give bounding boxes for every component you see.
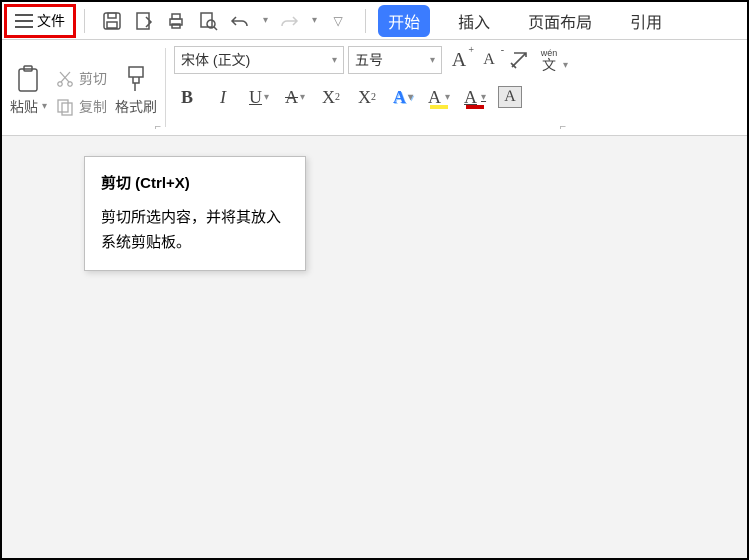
character-shading-icon[interactable]: A bbox=[498, 86, 522, 108]
tooltip-body: 剪切所选内容，并将其放入系统剪贴板。 bbox=[101, 205, 289, 256]
copy-button[interactable]: 复制 bbox=[55, 95, 107, 119]
separator bbox=[84, 9, 85, 33]
customize-qat-icon[interactable]: ▽ bbox=[327, 10, 349, 32]
brush-icon bbox=[121, 65, 151, 95]
separator bbox=[365, 9, 366, 33]
font-launcher[interactable]: ⌐ bbox=[560, 121, 566, 133]
format-painter-label: 格式刷 bbox=[115, 97, 157, 117]
paste-label: 粘贴 bbox=[10, 97, 38, 117]
italic-icon[interactable]: I bbox=[210, 84, 236, 110]
clear-formatting-icon[interactable] bbox=[506, 47, 532, 73]
print-preview-icon[interactable] bbox=[197, 10, 219, 32]
fontcolor-swatch bbox=[466, 105, 484, 109]
paste-icon bbox=[14, 65, 44, 95]
paste-dropdown-icon: ▾ bbox=[42, 101, 47, 112]
font-size-value: 五号 bbox=[355, 50, 383, 70]
file-menu-button[interactable]: 文件 bbox=[4, 4, 76, 38]
paste-button[interactable]: 粘贴 ▾ bbox=[10, 65, 47, 117]
highlight-icon[interactable]: A ▾ bbox=[426, 84, 452, 110]
letter-a: A bbox=[452, 49, 466, 72]
chevron-down-icon: ▾ bbox=[481, 92, 486, 103]
tab-layout[interactable]: 页面布局 bbox=[518, 5, 602, 37]
chevron-down-icon: ▾ bbox=[445, 92, 450, 103]
ribbon-tabs: 开始 插入 页面布局 引用 bbox=[372, 5, 672, 37]
copy-icon bbox=[55, 97, 75, 117]
cut-button[interactable]: 剪切 bbox=[55, 67, 107, 91]
undo-icon[interactable] bbox=[229, 10, 251, 32]
tooltip: 剪切 (Ctrl+X) 剪切所选内容，并将其放入系统剪贴板。 bbox=[84, 156, 306, 271]
chevron-down-icon: ▾ bbox=[326, 55, 337, 66]
chevron-down-icon: ▾ bbox=[408, 92, 413, 103]
font-color-icon[interactable]: A ▾ bbox=[462, 84, 488, 110]
scissors-icon bbox=[55, 69, 75, 89]
bold-icon[interactable]: B bbox=[174, 84, 200, 110]
clipboard-launcher[interactable]: ⌐ bbox=[155, 121, 161, 133]
clipboard-group: 粘贴 ▾ 剪切 复制 格式刷 ⌐ bbox=[2, 40, 165, 135]
text-effects-icon[interactable]: A▾ bbox=[390, 84, 416, 110]
chevron-down-icon: ▾ bbox=[424, 55, 435, 66]
tab-reference[interactable]: 引用 bbox=[620, 5, 672, 37]
tooltip-title: 剪切 (Ctrl+X) bbox=[101, 171, 289, 197]
ribbon: 粘贴 ▾ 剪切 复制 格式刷 ⌐ bbox=[2, 40, 747, 136]
phonetic-guide-icon[interactable]: wén 文 ▾ bbox=[536, 47, 562, 73]
underline-icon[interactable]: U▾ bbox=[246, 84, 272, 110]
redo-dropdown[interactable]: ▾ bbox=[312, 15, 317, 26]
hamburger-icon bbox=[15, 14, 33, 28]
chevron-down-icon: ▾ bbox=[264, 92, 269, 103]
subscript-icon[interactable]: X2 bbox=[354, 84, 380, 110]
print-icon[interactable] bbox=[165, 10, 187, 32]
redo-icon[interactable] bbox=[278, 10, 300, 32]
file-label: 文件 bbox=[37, 11, 65, 31]
tab-insert[interactable]: 插入 bbox=[448, 5, 500, 37]
strikethrough-icon[interactable]: A▾ bbox=[282, 84, 308, 110]
save-icon[interactable] bbox=[101, 10, 123, 32]
superscript-icon[interactable]: X2 bbox=[318, 84, 344, 110]
chevron-down-icon: ▾ bbox=[300, 92, 305, 103]
quick-access-icons: ▾ ▾ ▽ bbox=[91, 10, 359, 32]
font-group: 宋体 (正文) ▾ 五号 ▾ A+ A- wén 文 ▾ B bbox=[166, 40, 570, 135]
increase-font-icon[interactable]: A+ bbox=[446, 47, 472, 73]
chevron-down-icon: ▾ bbox=[563, 61, 568, 71]
export-pdf-icon[interactable] bbox=[133, 10, 155, 32]
font-name-combo[interactable]: 宋体 (正文) ▾ bbox=[174, 46, 344, 74]
tab-start[interactable]: 开始 bbox=[378, 5, 430, 37]
font-name-value: 宋体 (正文) bbox=[181, 50, 250, 70]
letter-a: A bbox=[483, 51, 495, 69]
decrease-font-icon[interactable]: A- bbox=[476, 47, 502, 73]
undo-dropdown[interactable]: ▾ bbox=[263, 15, 268, 26]
font-size-combo[interactable]: 五号 ▾ bbox=[348, 46, 442, 74]
copy-label: 复制 bbox=[79, 97, 107, 117]
quick-access-toolbar: 文件 ▾ ▾ ▽ 开始 插入 页面布局 引用 bbox=[2, 2, 747, 40]
highlight-swatch bbox=[430, 105, 448, 109]
cut-label: 剪切 bbox=[79, 69, 107, 89]
format-painter-button[interactable]: 格式刷 bbox=[115, 65, 157, 117]
